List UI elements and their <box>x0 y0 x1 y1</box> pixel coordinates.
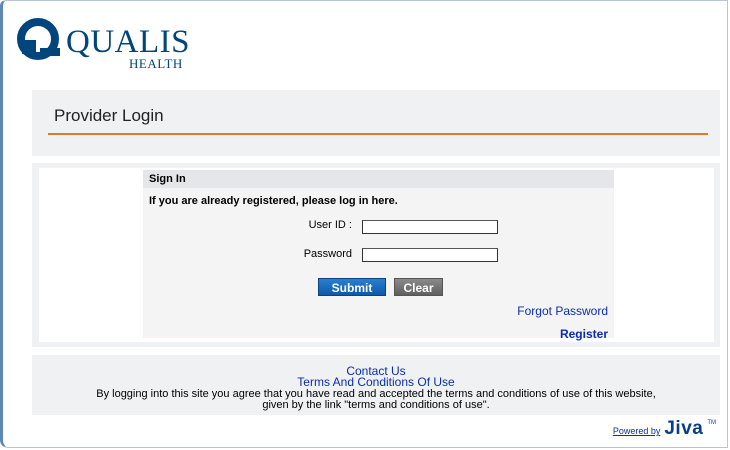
submit-button[interactable]: Submit <box>318 278 386 296</box>
user-id-input[interactable] <box>362 220 498 234</box>
jiva-logo: Jiva <box>664 418 704 439</box>
signin-message: If you are already registered, please lo… <box>149 195 398 207</box>
terms-link[interactable]: Terms And Conditions Of Use <box>32 375 720 389</box>
signin-header: Sign In <box>143 170 614 188</box>
main-panel: Sign In If you are already registered, p… <box>32 163 720 347</box>
password-label: Password <box>303 248 352 260</box>
password-input[interactable] <box>362 248 498 262</box>
user-id-label: User ID : <box>308 219 352 231</box>
powered-by-jiva[interactable]: Powered by Jiva TM <box>613 418 716 440</box>
qualis-health-logo: QUALIS HEALTH <box>16 18 190 71</box>
title-divider <box>48 133 708 136</box>
clear-button[interactable]: Clear <box>394 278 443 296</box>
signin-box: Sign In If you are already registered, p… <box>143 170 614 341</box>
trademark-mark: TM <box>707 420 716 426</box>
footer-panel: Contact Us Terms And Conditions Of Use B… <box>32 355 720 415</box>
main-content: Sign In If you are already registered, p… <box>39 168 714 342</box>
register-link[interactable]: Register <box>560 327 608 341</box>
qualis-q-logo-icon <box>17 18 60 60</box>
logo-brand-text: QUALIS <box>66 24 190 60</box>
logo-sub-text: HEALTH <box>129 56 183 71</box>
powered-by-label[interactable]: Powered by <box>613 426 661 436</box>
forgot-password-link[interactable]: Forgot Password <box>517 304 608 318</box>
header-panel: Provider Login <box>32 90 720 156</box>
page-title: Provider Login <box>54 106 164 125</box>
legal-text-line2: given by the link "terms and conditions … <box>262 399 490 411</box>
